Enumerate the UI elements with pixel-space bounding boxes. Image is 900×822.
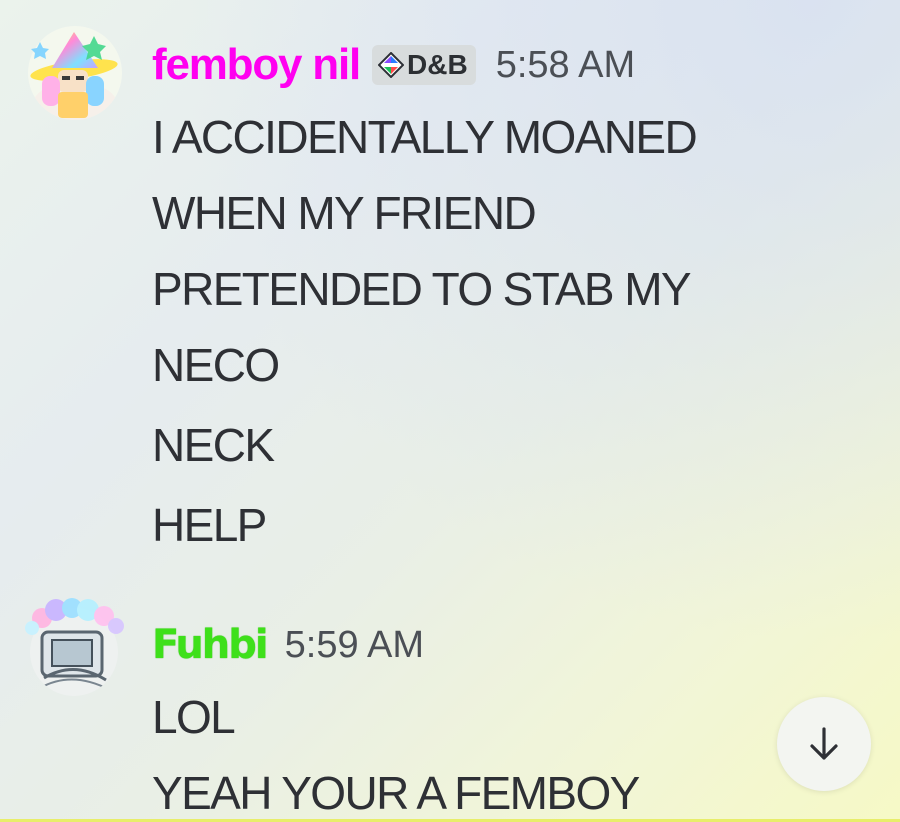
username[interactable]: femboy nil (152, 40, 361, 90)
role-tag[interactable]: D&B (372, 45, 476, 85)
avatar-femboy-nil-image (28, 26, 122, 120)
role-tag-label: D&B (407, 49, 468, 80)
message-line: NECO (152, 339, 280, 391)
scroll-to-bottom-button[interactable] (777, 697, 871, 791)
message-line: HELP (152, 499, 267, 551)
message-line: PRETENDED TO STAB MY (152, 263, 692, 315)
message-header: femboy nil D&B 5:58 AM (152, 40, 635, 90)
message-line: NECK (152, 419, 275, 471)
avatar[interactable] (22, 598, 124, 696)
message-line: YEAH YOUR A FEMBOY (152, 767, 640, 819)
avatar-fuhbi-image (25, 598, 124, 696)
username[interactable]: Fuhbi (152, 622, 269, 668)
diamond-icon (378, 52, 405, 78)
message-line: LOL (152, 691, 236, 743)
message-line: I ACCIDENTALLY MOANED (152, 111, 698, 163)
message-line: WHEN MY FRIEND (152, 187, 537, 239)
timestamp: 5:59 AM (284, 623, 425, 666)
avatar[interactable] (28, 26, 122, 120)
timestamp: 5:58 AM (495, 43, 636, 86)
message-header: Fuhbi 5:59 AM (152, 620, 424, 670)
arrow-down-icon (810, 727, 838, 760)
